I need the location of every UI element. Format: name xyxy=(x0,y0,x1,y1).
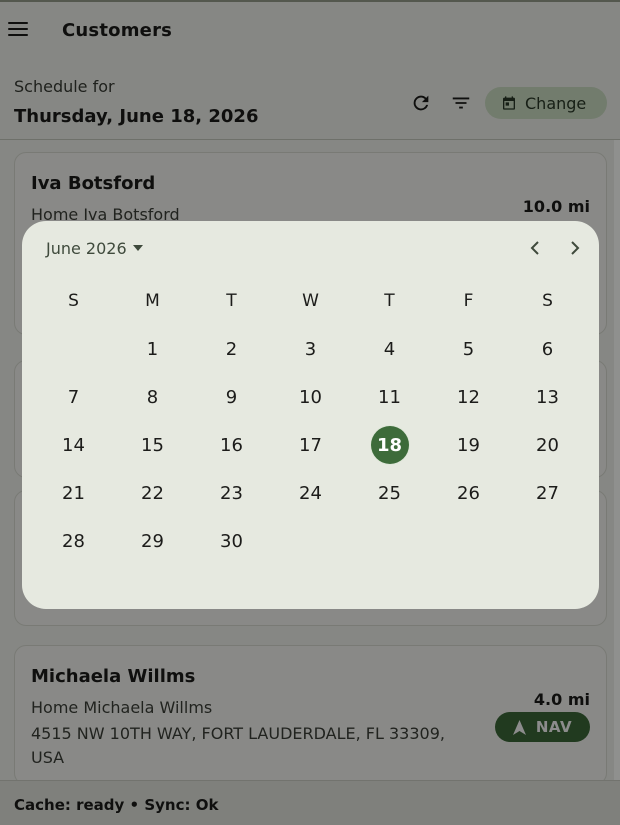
month-year-label: June 2026 xyxy=(46,238,127,258)
calendar-day-number: 23 xyxy=(220,482,243,504)
calendar-empty-cell xyxy=(350,517,429,565)
date-picker-dialog: June 2026 S M T W T F S 1 2 3 4 5 6 7 8 9 10 11 12 1… xyxy=(22,221,599,609)
calendar-day[interactable]: 11 xyxy=(350,373,429,421)
calendar-day[interactable]: 1 xyxy=(113,325,192,373)
calendar-day[interactable]: 29 xyxy=(113,517,192,565)
calendar-day[interactable]: 22 xyxy=(113,469,192,517)
weekday-label: M xyxy=(145,291,160,311)
calendar-day-number: 11 xyxy=(378,386,401,408)
calendar-week-row: 7 8 9 10 11 12 13 xyxy=(34,373,587,421)
calendar-day[interactable]: 16 xyxy=(192,421,271,469)
calendar-day-number: 4 xyxy=(383,338,396,360)
calendar-day-number: 30 xyxy=(220,530,243,552)
calendar-day-number: 21 xyxy=(62,482,85,504)
weekday-label: T xyxy=(384,291,395,311)
calendar-day[interactable]: 20 xyxy=(508,421,587,469)
scrollbar[interactable] xyxy=(614,140,620,780)
calendar-day[interactable]: 6 xyxy=(508,325,587,373)
calendar-week-row: 28 29 30 xyxy=(34,517,587,565)
weekday-header-row: S M T W T F S xyxy=(34,277,587,325)
calendar-day-number: 6 xyxy=(541,338,554,360)
calendar-day-number: 26 xyxy=(457,482,480,504)
calendar-day[interactable]: 3 xyxy=(271,325,350,373)
calendar-day-number: 3 xyxy=(304,338,317,360)
calendar-day-number: 9 xyxy=(225,386,238,408)
calendar-day[interactable]: 14 xyxy=(34,421,113,469)
calendar-day[interactable]: 13 xyxy=(508,373,587,421)
next-month-button[interactable] xyxy=(562,235,588,261)
calendar-day-number: 10 xyxy=(299,386,322,408)
calendar-empty-cell xyxy=(508,517,587,565)
calendar-day[interactable]: 10 xyxy=(271,373,350,421)
calendar-day-number: 5 xyxy=(462,338,475,360)
calendar-day-selected[interactable]: 18 xyxy=(350,421,429,469)
calendar-day-number: 19 xyxy=(457,434,480,456)
calendar-day-number: 20 xyxy=(536,434,559,456)
calendar-week-row: 21 22 23 24 25 26 27 xyxy=(34,469,587,517)
calendar-day-number: 15 xyxy=(141,434,164,456)
weekday-label: F xyxy=(463,291,474,311)
calendar-day[interactable]: 9 xyxy=(192,373,271,421)
chevron-right-icon xyxy=(571,241,580,255)
calendar-day-number: 24 xyxy=(299,482,322,504)
weekday-label: S xyxy=(542,291,553,311)
calendar-day[interactable]: 23 xyxy=(192,469,271,517)
calendar-day[interactable]: 15 xyxy=(113,421,192,469)
chevron-left-icon xyxy=(530,241,539,255)
calendar-day[interactable]: 5 xyxy=(429,325,508,373)
calendar-day[interactable]: 17 xyxy=(271,421,350,469)
calendar-day[interactable]: 4 xyxy=(350,325,429,373)
calendar-day[interactable]: 2 xyxy=(192,325,271,373)
calendar-day-number: 18 xyxy=(370,426,409,464)
calendar-day-number: 14 xyxy=(62,434,85,456)
calendar-day[interactable]: 7 xyxy=(34,373,113,421)
calendar-empty-cell xyxy=(34,325,113,373)
calendar-day[interactable]: 28 xyxy=(34,517,113,565)
calendar-day[interactable]: 8 xyxy=(113,373,192,421)
month-year-selector[interactable]: June 2026 xyxy=(46,237,143,259)
calendar-grid: S M T W T F S 1 2 3 4 5 6 7 8 9 10 11 12 13 14 15 16 17 1… xyxy=(34,277,587,565)
calendar-day-number: 12 xyxy=(457,386,480,408)
calendar-empty-cell xyxy=(429,517,508,565)
calendar-day-number: 8 xyxy=(146,386,159,408)
calendar-day-number: 17 xyxy=(299,434,322,456)
calendar-day-number: 1 xyxy=(146,338,159,360)
calendar-day-number: 22 xyxy=(141,482,164,504)
calendar-day-number: 2 xyxy=(225,338,238,360)
previous-month-button[interactable] xyxy=(522,235,548,261)
calendar-day-number: 29 xyxy=(141,530,164,552)
calendar-day[interactable]: 12 xyxy=(429,373,508,421)
calendar-day-number: 28 xyxy=(62,530,85,552)
weekday-label: S xyxy=(68,291,79,311)
calendar-day[interactable]: 24 xyxy=(271,469,350,517)
calendar-day[interactable]: 21 xyxy=(34,469,113,517)
calendar-week-row: 14 15 16 17 18 19 20 xyxy=(34,421,587,469)
calendar-day-number: 13 xyxy=(536,386,559,408)
calendar-weeks: 1 2 3 4 5 6 7 8 9 10 11 12 13 14 15 16 17 18 19 20 21 22 23 24 2… xyxy=(34,325,587,565)
calendar-day[interactable]: 26 xyxy=(429,469,508,517)
weekday-label: W xyxy=(302,291,319,311)
calendar-day[interactable]: 30 xyxy=(192,517,271,565)
calendar-day-number: 27 xyxy=(536,482,559,504)
calendar-empty-cell xyxy=(271,517,350,565)
calendar-day[interactable]: 19 xyxy=(429,421,508,469)
calendar-week-row: 1 2 3 4 5 6 xyxy=(34,325,587,373)
calendar-day[interactable]: 25 xyxy=(350,469,429,517)
calendar-day-number: 25 xyxy=(378,482,401,504)
calendar-day-number: 7 xyxy=(67,386,80,408)
calendar-day[interactable]: 27 xyxy=(508,469,587,517)
calendar-day-number: 16 xyxy=(220,434,243,456)
dropdown-arrow-icon xyxy=(132,245,143,251)
weekday-label: T xyxy=(226,291,237,311)
